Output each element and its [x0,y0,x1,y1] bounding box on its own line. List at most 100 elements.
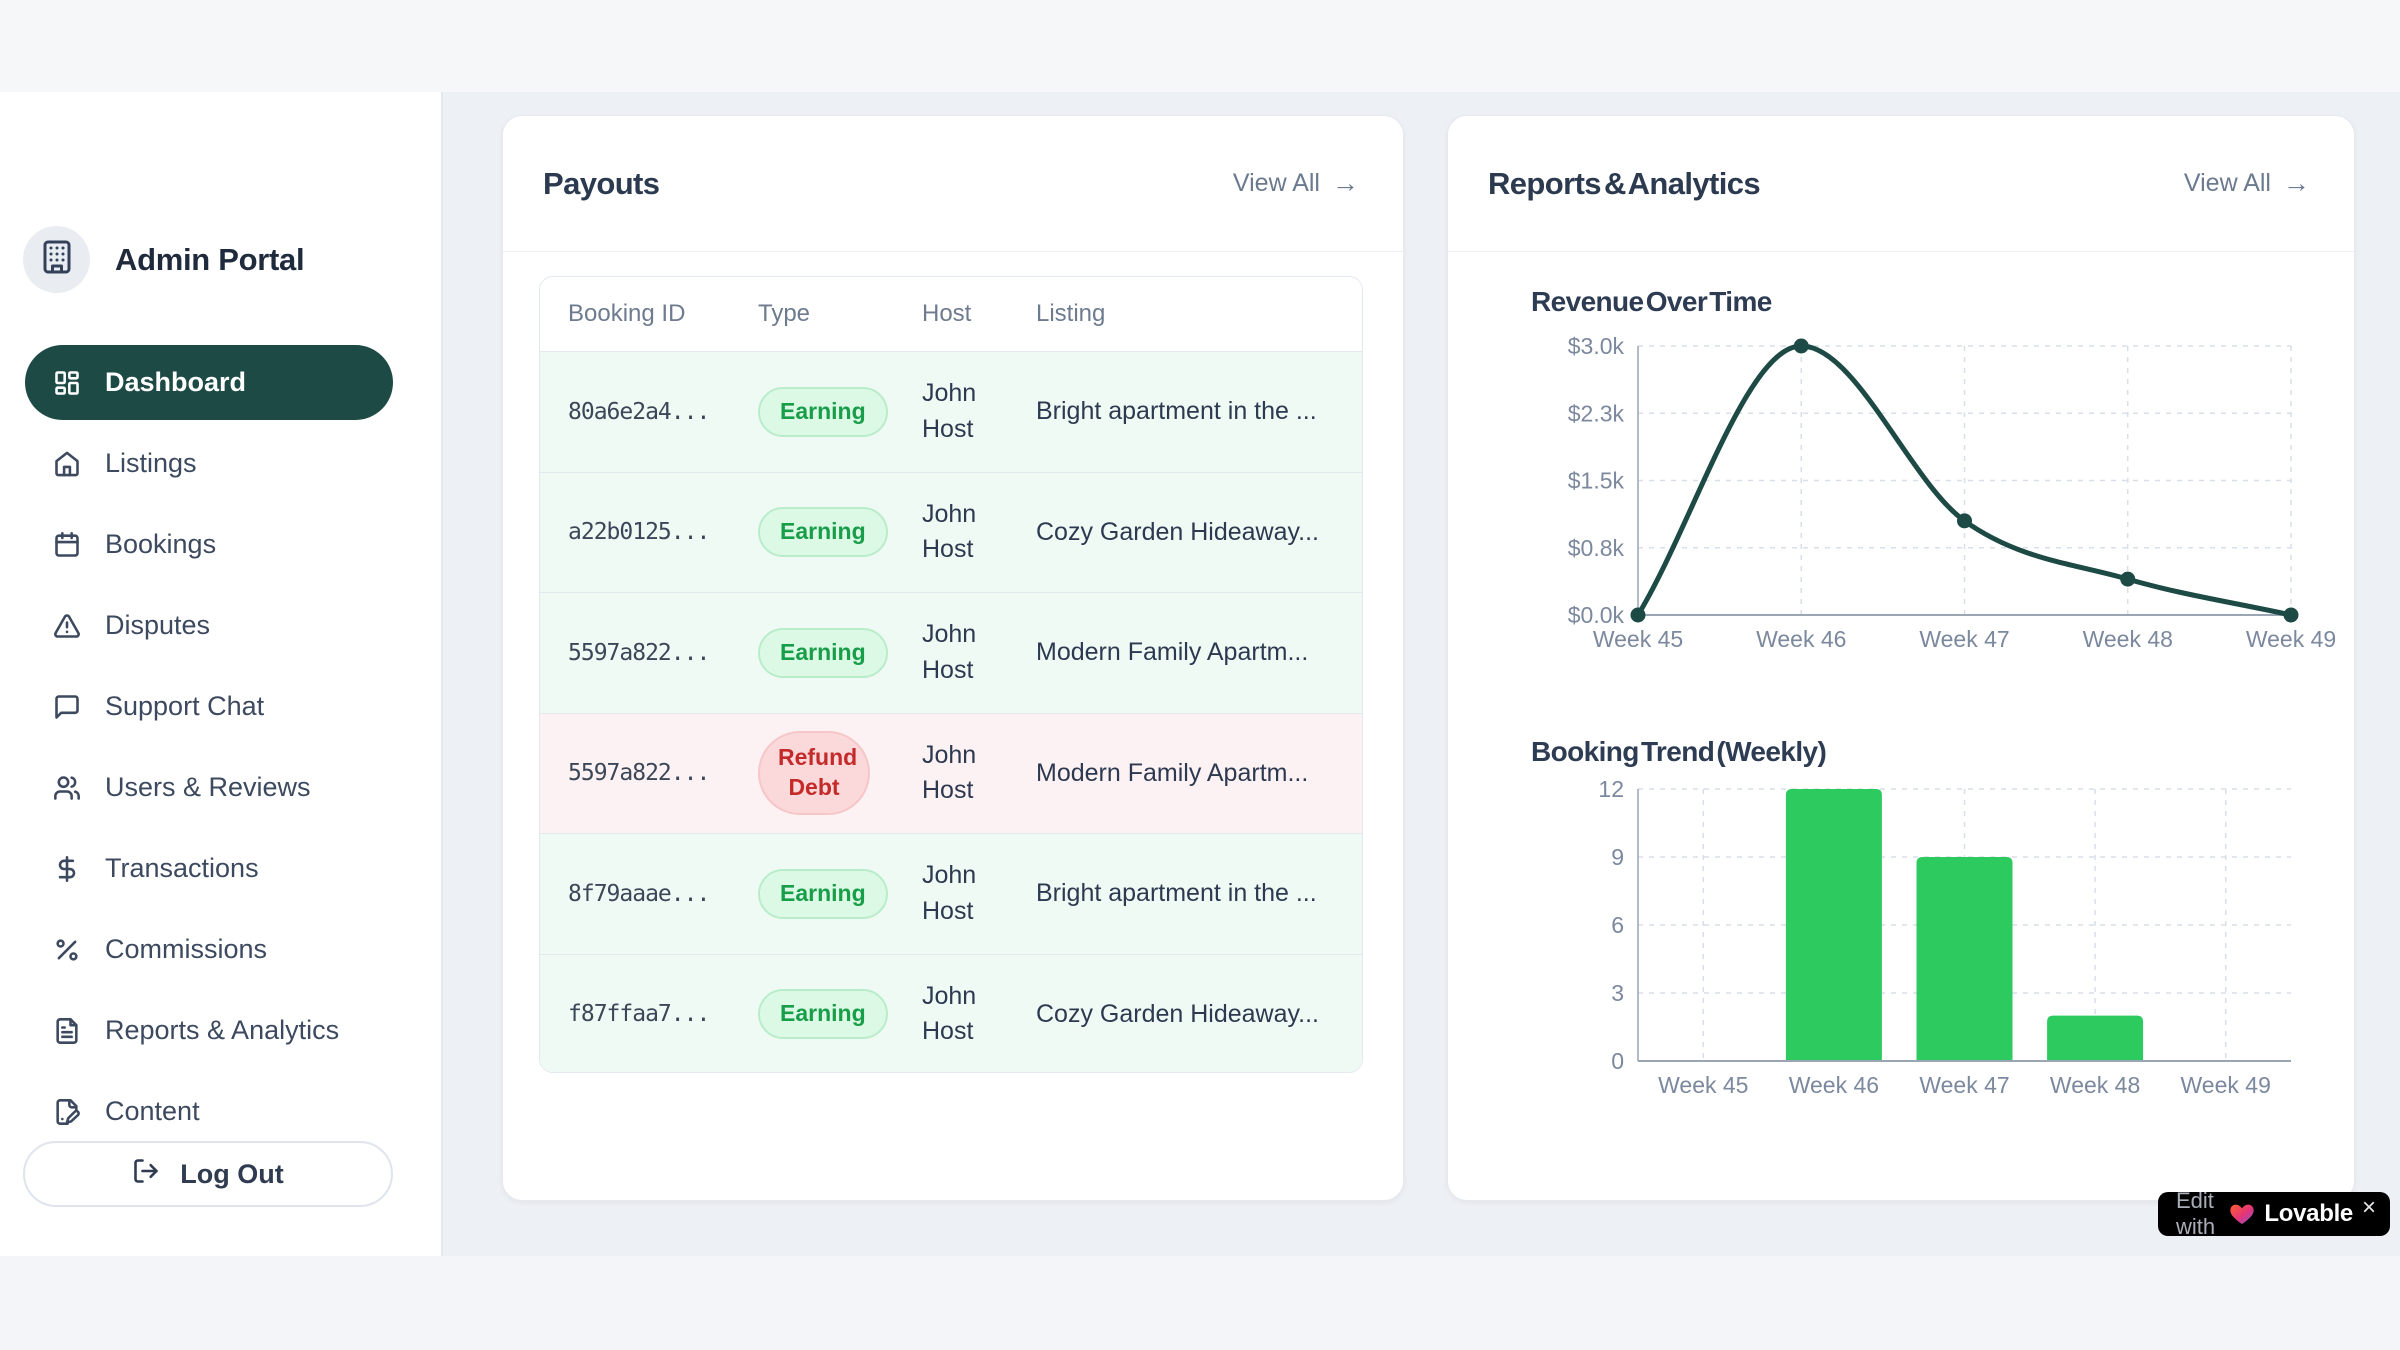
revenue-line-chart: $0.0k $0.8k $1.5k $2.3k $3.0k Week 45 Week 46 W… [1448,319,2356,679]
booking-trend-bar-chart: 036912Week 45Week 46Week 47Week 48Week 4… [1448,757,2356,1117]
sidebar-item-listings[interactable]: Listings [25,426,393,501]
svg-text:Week 46: Week 46 [1756,626,1846,652]
status-badge: Earning [758,628,888,678]
listing-cell: Bright apartment in the ... [1036,879,1362,908]
sidebar-item-support-chat[interactable]: Support Chat [25,669,393,744]
sidebar-item-dashboard[interactable]: Dashboard [25,345,393,420]
table-row[interactable]: a22b0125... Earning John Host Cozy Garde… [540,472,1362,593]
booking-id-cell: f87ffaa7... [540,1001,758,1027]
calendar-icon [53,531,81,559]
sidebar-item-label: Listings [105,448,197,479]
payouts-card: Payouts View All → Booking ID Type Host … [502,115,1404,1201]
booking-id-cell: 8f79aaae... [540,881,758,907]
column-header-booking-id: Booking ID [540,300,758,328]
svg-text:$0.0k: $0.0k [1568,602,1625,628]
svg-text:6: 6 [1611,912,1624,938]
heart-icon [2229,1201,2255,1227]
admin-portal-app: Admin Portal Dashboard Listings Bookings… [0,0,2400,1350]
type-cell: Refund Debt [758,731,922,815]
sidebar-item-content[interactable]: Content [25,1074,393,1149]
payouts-card-header: Payouts View All → [503,116,1403,252]
host-cell: John Host [922,376,1036,447]
sidebar-item-label: Dashboard [105,367,246,398]
svg-text:Week 49: Week 49 [2246,626,2336,652]
table-row[interactable]: 80a6e2a4... Earning John Host Bright apa… [540,351,1362,472]
svg-text:3: 3 [1611,980,1624,1006]
svg-text:Week 47: Week 47 [1919,626,2009,652]
listing-cell: Cozy Garden Hideaway... [1036,518,1362,547]
svg-text:Week 45: Week 45 [1593,626,1683,652]
sidebar: Admin Portal Dashboard Listings Bookings… [0,92,443,1256]
view-all-label: View All [2184,169,2271,198]
sidebar-item-reports-analytics[interactable]: Reports & Analytics [25,993,393,1068]
column-header-host: Host [922,300,1036,328]
type-cell: Earning [758,387,922,437]
column-header-type: Type [758,300,922,328]
listing-cell: Modern Family Apartm... [1036,759,1362,788]
close-icon[interactable]: × [2362,1194,2376,1222]
svg-text:Week 49: Week 49 [2181,1072,2271,1098]
arrow-right-icon: → [1332,168,1359,199]
reports-view-all-link[interactable]: View All → [2184,168,2310,199]
sidebar-item-label: Transactions [105,853,259,884]
svg-text:Week 48: Week 48 [2050,1072,2140,1098]
svg-text:$0.8k: $0.8k [1568,535,1625,561]
svg-text:Week 47: Week 47 [1919,1072,2009,1098]
type-cell: Earning [758,507,922,557]
sidebar-item-transactions[interactable]: Transactions [25,831,393,906]
file-text-icon [53,1017,81,1045]
host-cell: John Host [922,979,1036,1050]
host-cell: John Host [922,858,1036,929]
table-row[interactable]: 5597a822... Earning John Host Modern Fam… [540,592,1362,713]
host-cell: John Host [922,617,1036,688]
table-row[interactable]: 8f79aaae... Earning John Host Bright apa… [540,833,1362,954]
reports-title: Reports & Analytics [1488,166,1760,202]
booking-id-cell: 5597a822... [540,640,758,666]
dollar-sign-icon [53,855,81,883]
lovable-edit-badge[interactable]: Edit with Lovable × [2158,1192,2390,1236]
listing-cell: Cozy Garden Hideaway... [1036,1000,1362,1029]
column-header-listing: Listing [1036,300,1362,328]
table-row[interactable]: 5597a822... Refund Debt John Host Modern… [540,713,1362,834]
lovable-brand-label: Lovable [2264,1200,2353,1228]
host-cell: John Host [922,738,1036,809]
building-icon [39,239,75,280]
svg-text:0: 0 [1611,1048,1624,1074]
payouts-view-all-link[interactable]: View All → [1233,168,1359,199]
sidebar-item-users-reviews[interactable]: Users & Reviews [25,750,393,825]
status-badge: Earning [758,507,888,557]
sidebar-item-bookings[interactable]: Bookings [25,507,393,582]
logout-label: Log Out [180,1159,283,1190]
listing-cell: Bright apartment in the ... [1036,397,1362,426]
payouts-title: Payouts [543,166,659,202]
sidebar-item-label: Support Chat [105,691,264,722]
svg-text:$1.5k: $1.5k [1568,468,1625,494]
revenue-chart-title: Revenue Over Time [1531,286,1772,318]
sidebar-item-label: Bookings [105,529,216,560]
sidebar-item-disputes[interactable]: Disputes [25,588,393,663]
booking-id-cell: 80a6e2a4... [540,399,758,425]
svg-text:12: 12 [1598,776,1624,802]
logout-button[interactable]: Log Out [23,1141,393,1207]
sidebar-item-label: Reports & Analytics [105,1015,339,1046]
status-badge: Earning [758,869,888,919]
svg-text:$3.0k: $3.0k [1568,333,1625,359]
layout-dashboard-icon [53,369,81,397]
listing-cell: Modern Family Apartm... [1036,638,1362,667]
reports-card-header: Reports & Analytics View All → [1448,116,2354,252]
svg-text:Week 46: Week 46 [1789,1072,1879,1098]
sidebar-nav: Dashboard Listings Bookings Disputes Sup… [25,345,393,1155]
brand: Admin Portal [23,226,304,293]
users-icon [53,774,81,802]
sidebar-item-commissions[interactable]: Commissions [25,912,393,987]
svg-text:Week 48: Week 48 [2083,626,2173,652]
table-row[interactable]: f87ffaa7... Earning John Host Cozy Garde… [540,954,1362,1074]
percent-icon [53,936,81,964]
edit-with-label: Edit with [2176,1188,2220,1240]
sidebar-item-label: Content [105,1096,200,1127]
view-all-label: View All [1233,169,1320,198]
host-cell: John Host [922,497,1036,568]
status-badge: Earning [758,387,888,437]
svg-text:$2.3k: $2.3k [1568,400,1625,426]
brand-logo [23,226,90,293]
